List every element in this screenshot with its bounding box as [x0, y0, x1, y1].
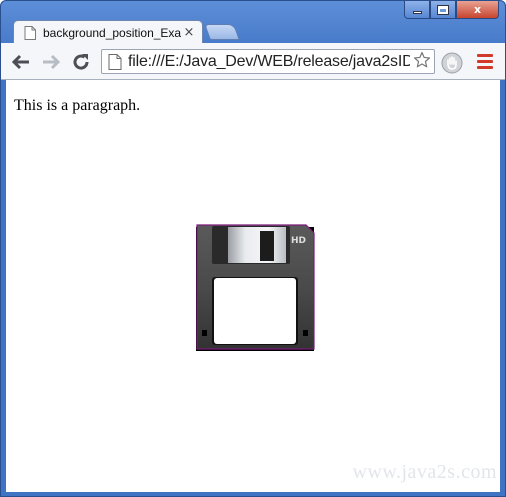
paragraph: This is a paragraph. — [14, 97, 141, 114]
minimize-icon — [412, 11, 422, 14]
reload-icon — [73, 54, 89, 70]
window-controls: x — [404, 1, 499, 19]
tab-strip: background_position_Exa × — [1, 18, 505, 44]
maximize-icon — [437, 4, 449, 15]
close-icon: x — [473, 3, 482, 16]
svg-text:HD: HD — [291, 236, 306, 246]
tab-active[interactable]: background_position_Exa × — [13, 20, 203, 44]
tab-close-icon[interactable]: × — [182, 25, 196, 40]
watermark: www.java2s.com — [352, 461, 497, 483]
arrow-left-icon — [12, 54, 29, 70]
address-text: file:///E:/Java_Dev/WEB/release/java2sID — [128, 52, 410, 70]
address-bar[interactable]: file:///E:/Java_Dev/WEB/release/java2sID — [101, 49, 435, 74]
forward-button[interactable] — [41, 52, 61, 72]
page-icon — [108, 53, 124, 70]
tab-title: background_position_Exa — [43, 25, 182, 40]
page-content: This is a paragraph. HD www.java2s.com — [6, 80, 500, 492]
star-icon[interactable] — [410, 51, 434, 73]
minimize-button[interactable] — [404, 1, 430, 19]
back-button[interactable] — [11, 52, 31, 72]
reload-button[interactable] — [71, 52, 91, 72]
page-icon — [24, 25, 36, 40]
arrow-right-icon — [43, 54, 60, 70]
extension-button[interactable] — [441, 52, 463, 74]
toolbar: file:///E:/Java_Dev/WEB/release/java2sID — [1, 43, 505, 80]
floppy-disk-image: HD — [194, 223, 316, 353]
new-tab-button[interactable] — [204, 24, 240, 40]
close-window-button[interactable]: x — [456, 1, 499, 19]
browser-window: x background_position_Exa × file:///E:/J… — [0, 0, 506, 497]
hamburger-menu-icon[interactable] — [477, 54, 493, 70]
shield-icon — [441, 52, 463, 74]
maximize-button[interactable] — [430, 1, 456, 19]
